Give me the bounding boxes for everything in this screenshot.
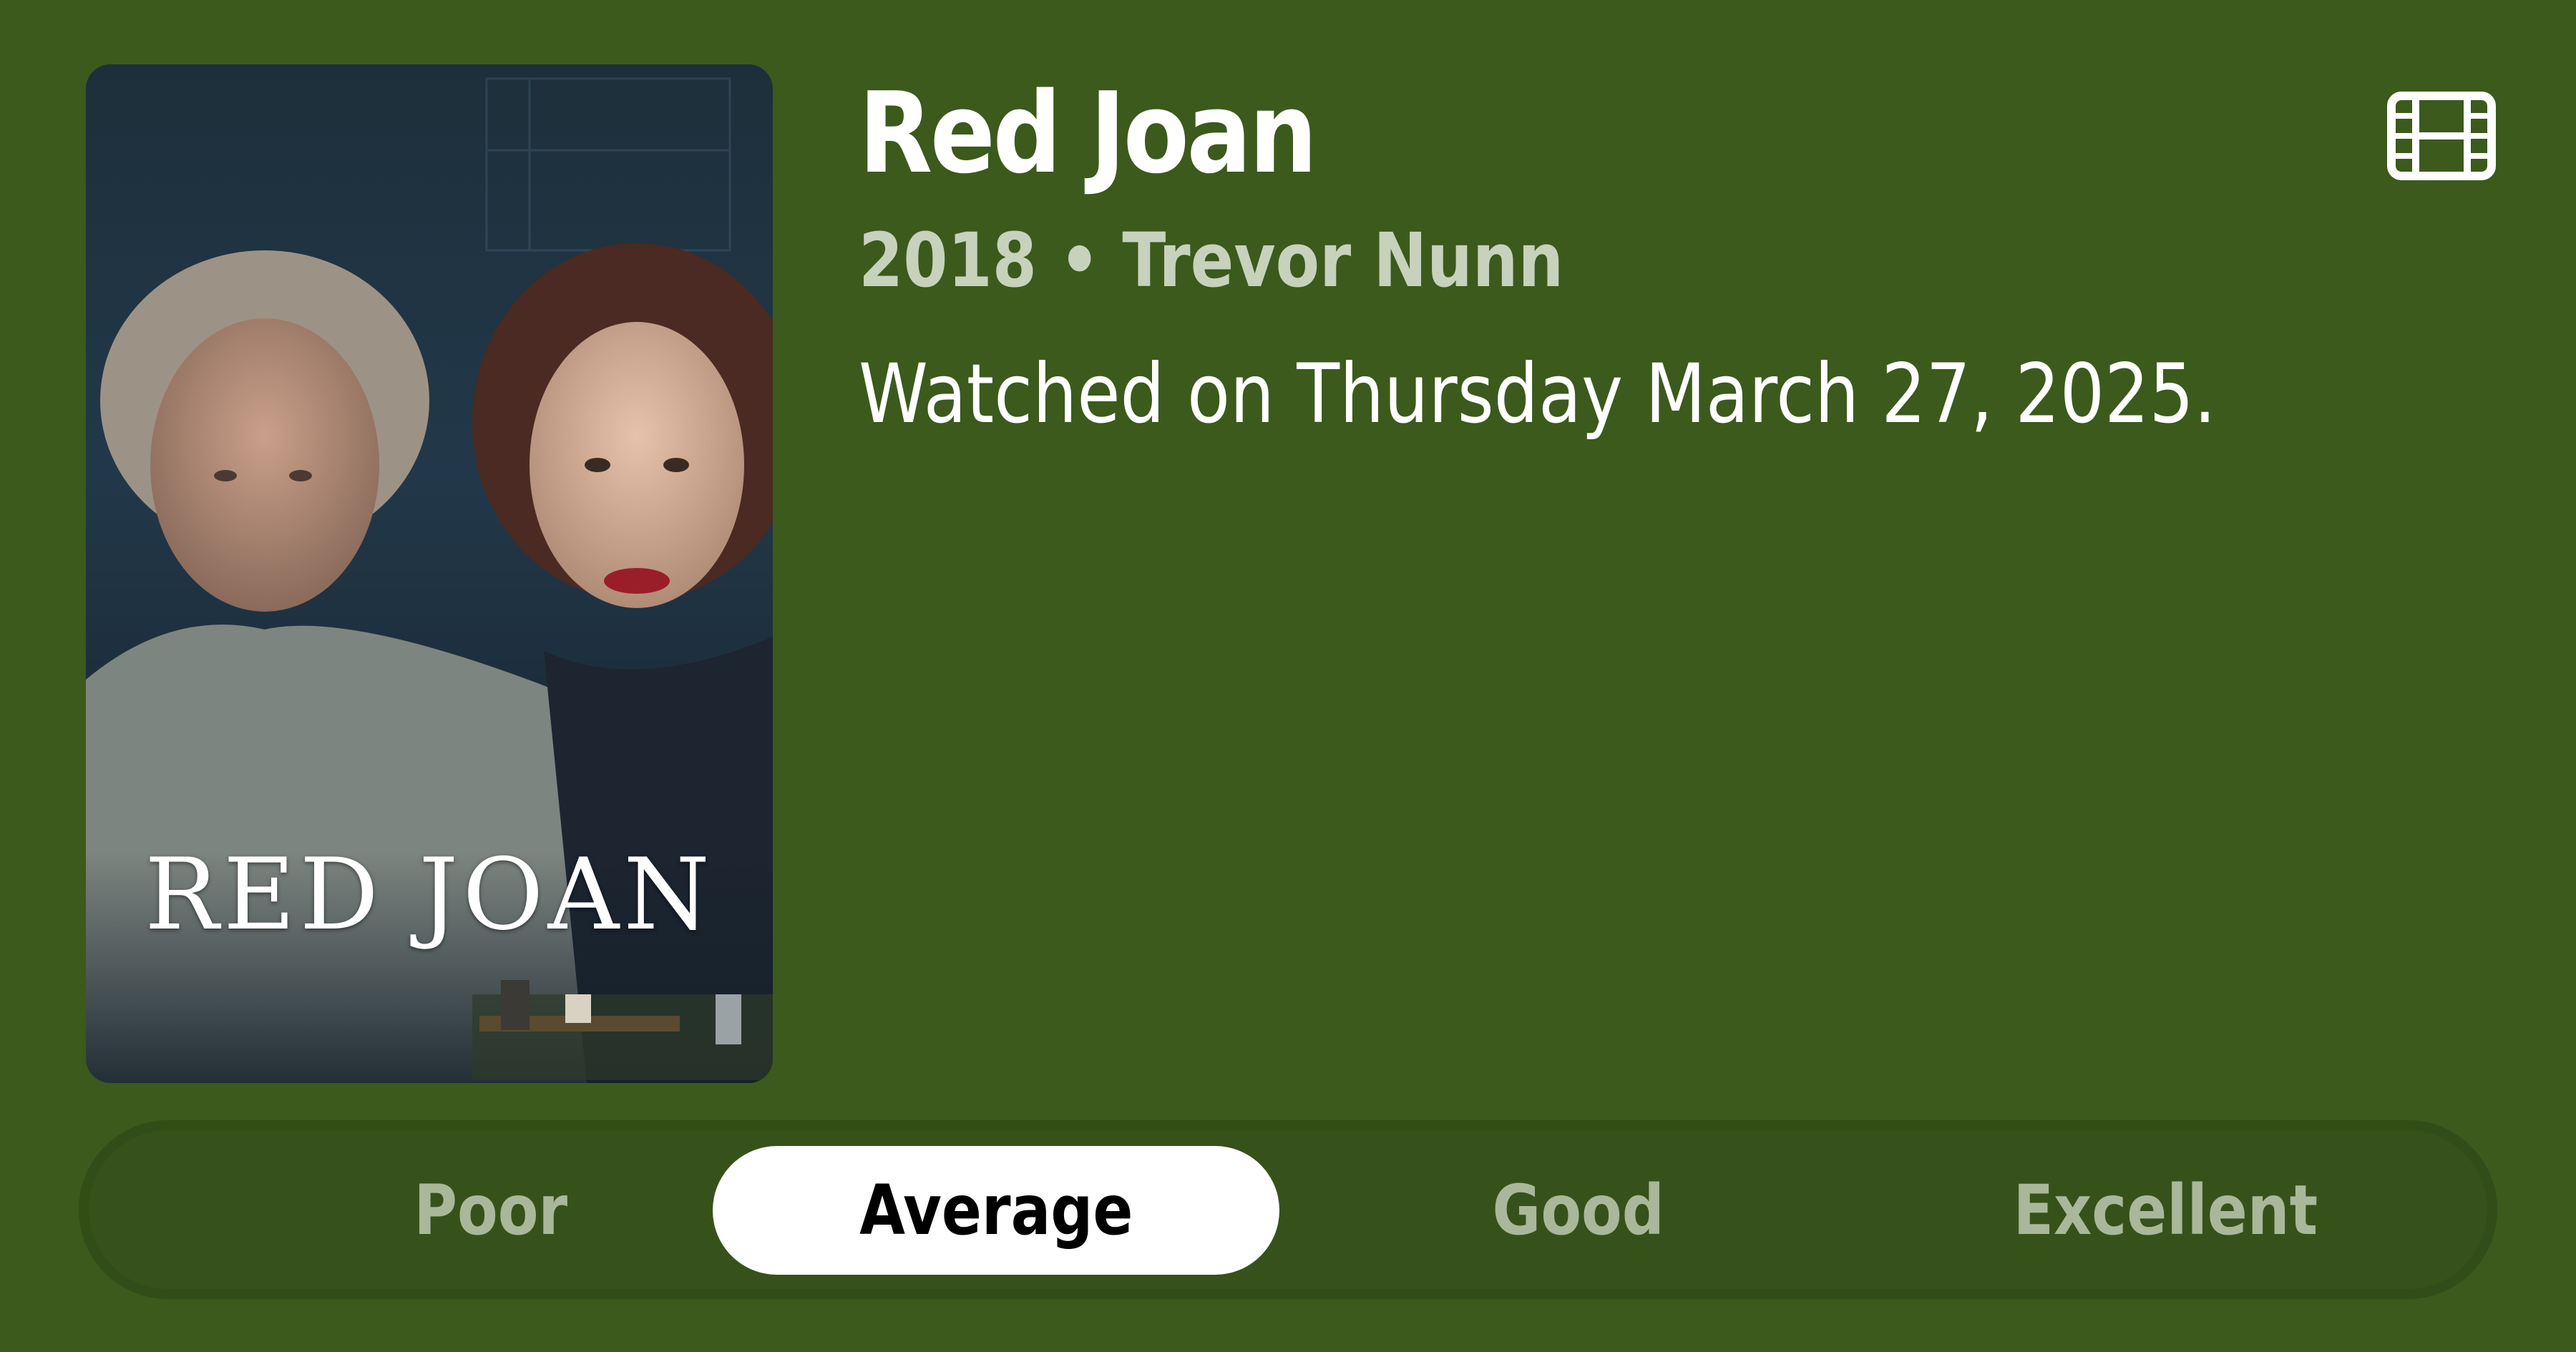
rating-option-poor[interactable]: Poor	[208, 1146, 774, 1275]
movie-meta: 2018 • Trevor Nunn	[859, 217, 1564, 304]
rating-option-excellent[interactable]: Excellent	[1882, 1146, 2449, 1275]
rating-option-label: Average	[859, 1170, 1133, 1250]
movie-title: Red Joan	[859, 68, 1317, 198]
watched-date: Watched on Thursday March 27, 2025.	[859, 346, 2217, 441]
rating-option-label: Excellent	[2013, 1170, 2318, 1250]
movie-poster[interactable]: RED JOAN	[86, 64, 773, 1083]
rating-segmented-control: Poor Average Good Excellent	[79, 1120, 2497, 1299]
film-icon[interactable]	[2387, 92, 2496, 180]
movie-log-card: RED JOAN Red Joan 2018 • Trevor Nunn Wat…	[0, 0, 2576, 1352]
rating-option-good[interactable]: Good	[1295, 1146, 1862, 1275]
rating-option-label: Good	[1492, 1170, 1665, 1250]
poster-title-text: RED JOAN	[144, 837, 715, 952]
rating-option-label: Poor	[414, 1170, 568, 1250]
rating-option-average[interactable]: Average	[713, 1146, 1279, 1275]
